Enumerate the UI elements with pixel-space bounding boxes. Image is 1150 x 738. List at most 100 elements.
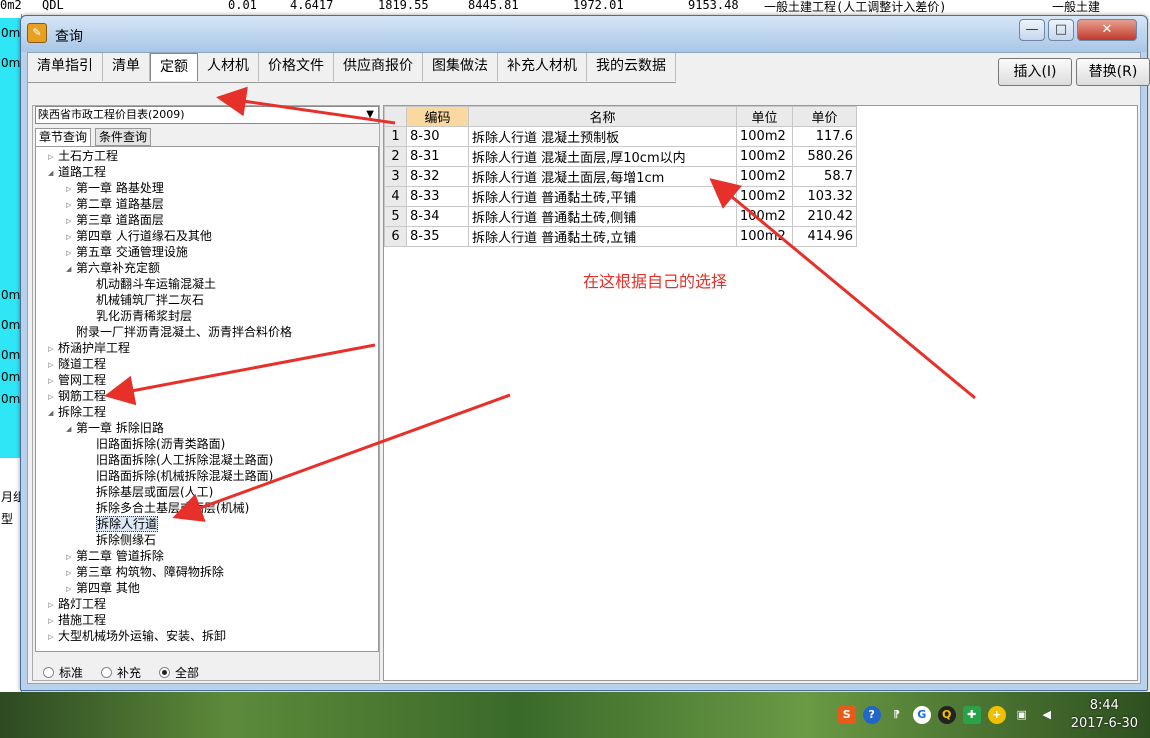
cell-unit[interactable]: 100m2 — [736, 226, 793, 247]
tree-node[interactable]: ▷ 措施工程 — [48, 613, 106, 629]
tree-node-label[interactable]: 旧路面拆除(沥青类路面) — [96, 437, 225, 451]
maximize-button[interactable]: □ — [1048, 19, 1074, 41]
tab-supplement-materials[interactable]: 补充人材机 — [498, 53, 587, 81]
google-icon[interactable]: G — [912, 706, 931, 724]
tree-node[interactable]: 乳化沥青稀浆封层 — [86, 309, 192, 324]
tree-node-label[interactable]: 机械铺筑厂拌二灰石 — [96, 293, 204, 307]
header-name[interactable]: 名称 — [468, 106, 737, 127]
expand-arrow-icon[interactable]: ▷ — [48, 630, 58, 645]
cell-name[interactable]: 拆除人行道 混凝土面层,每增1cm — [468, 166, 737, 187]
cell-price[interactable]: 210.42 — [792, 206, 857, 227]
expand-arrow-icon[interactable]: ▷ — [48, 150, 58, 165]
expand-arrow-icon[interactable]: ▷ — [66, 230, 76, 245]
header-unit[interactable]: 单位 — [736, 106, 793, 127]
tree-node[interactable]: ◢ 道路工程 — [48, 165, 106, 181]
cell-unit[interactable]: 100m2 — [736, 146, 793, 167]
tab-condition-search[interactable]: 条件查询 — [95, 128, 152, 146]
minimize-button[interactable]: — — [1019, 19, 1045, 41]
tree-node-label[interactable]: 机动翻斗车运输混凝土 — [96, 277, 216, 291]
tree-node[interactable]: ▷ 第二章 管道拆除 — [66, 549, 164, 565]
cell-name[interactable]: 拆除人行道 混凝土预制板 — [468, 126, 737, 147]
expand-arrow-icon[interactable]: ▷ — [48, 374, 58, 389]
expand-arrow-icon[interactable]: ◢ — [66, 262, 76, 277]
tree-node-label[interactable]: 路灯工程 — [58, 597, 106, 611]
tab-chapter-search[interactable]: 章节查询 — [35, 128, 92, 146]
tree-node-label[interactable]: 第六章补充定额 — [76, 261, 160, 275]
tree-node-label[interactable]: 第三章 道路面层 — [76, 213, 164, 227]
cell-code[interactable]: 8-35 — [406, 226, 469, 247]
insert-button[interactable]: 插入(I) — [998, 58, 1072, 86]
row-number[interactable]: 1 — [384, 126, 407, 147]
tree-node-label[interactable]: 第二章 道路基层 — [76, 197, 164, 211]
tree-node-label[interactable]: 措施工程 — [58, 613, 106, 627]
expand-arrow-icon[interactable]: ◢ — [48, 166, 58, 181]
tree-node-label[interactable]: 隧道工程 — [58, 357, 106, 371]
close-button[interactable]: ✕ — [1077, 19, 1137, 41]
expand-arrow-icon[interactable]: ▷ — [48, 342, 58, 357]
tree-node[interactable]: ▷ 钢筋工程 — [48, 389, 106, 405]
row-number[interactable]: 5 — [384, 206, 407, 227]
tree-node[interactable]: ▷ 第一章 路基处理 — [66, 181, 164, 197]
tab-atlas[interactable]: 图集做法 — [423, 53, 498, 81]
cell-name[interactable]: 拆除人行道 普通黏土砖,立铺 — [468, 226, 737, 247]
tree-node[interactable]: 机动翻斗车运输混凝土 — [86, 277, 216, 292]
tree-node-label[interactable]: 管网工程 — [58, 373, 106, 387]
expand-arrow-icon[interactable]: ◢ — [66, 422, 76, 437]
tab-supplier-quote[interactable]: 供应商报价 — [334, 53, 423, 81]
library-select[interactable]: 陕西省市政工程价目表(2009) ▼ — [35, 106, 379, 124]
tree-node[interactable]: 旧路面拆除(机械拆除混凝土路面) — [86, 469, 273, 484]
title-bar[interactable]: ✎ 查询 — □ ✕ — [21, 16, 1147, 52]
plus-icon[interactable]: + — [987, 706, 1006, 724]
table-row[interactable]: 6 8-35 拆除人行道 普通黏土砖,立铺 100m2 414.96 — [384, 226, 857, 247]
tree-node[interactable]: ▷ 路灯工程 — [48, 597, 106, 613]
tree-node-label[interactable]: 第五章 交通管理设施 — [76, 245, 188, 259]
tree-node[interactable]: ▷ 第五章 交通管理设施 — [66, 245, 188, 261]
row-number[interactable]: 2 — [384, 146, 407, 167]
input-icon[interactable]: ⁋ — [888, 706, 906, 724]
tree-node[interactable]: ▷ 大型机械场外运输、安装、拆卸 — [48, 629, 226, 645]
tree-node[interactable]: ◢ 第一章 拆除旧路 — [66, 421, 164, 437]
expand-arrow-icon[interactable]: ◢ — [48, 406, 58, 421]
tree-node-label[interactable]: 拆除人行道 — [96, 516, 159, 532]
expand-arrow-icon[interactable]: ▷ — [48, 614, 58, 629]
tree-node[interactable]: ◢ 第六章补充定额 — [66, 261, 160, 277]
row-number[interactable]: 4 — [384, 186, 407, 207]
tree-node[interactable]: ▷ 桥涵护岸工程 — [48, 341, 130, 357]
network-icon[interactable]: ▣ — [1013, 706, 1031, 724]
tree-node-label[interactable]: 第一章 路基处理 — [76, 181, 164, 195]
tree-node[interactable]: 机械铺筑厂拌二灰石 — [86, 293, 204, 308]
tree-node[interactable]: 旧路面拆除(人工拆除混凝土路面) — [86, 453, 273, 468]
tree-node[interactable]: 旧路面拆除(沥青类路面) — [86, 437, 225, 452]
expand-arrow-icon[interactable]: ▷ — [66, 582, 76, 597]
tree-node[interactable]: ▷ 第三章 构筑物、障碍物拆除 — [66, 565, 224, 581]
help-icon[interactable]: ? — [862, 706, 881, 724]
radio-supplement[interactable]: 补充 — [101, 664, 141, 681]
cell-price[interactable]: 414.96 — [792, 226, 857, 247]
tree-node[interactable]: ▷ 土石方工程 — [48, 149, 118, 165]
tree-node-label[interactable]: 附录一厂拌沥青混凝土、沥青拌合料价格 — [76, 325, 292, 339]
cell-price[interactable]: 117.6 — [792, 126, 857, 147]
tab-cloud-data[interactable]: 我的云数据 — [587, 53, 676, 81]
tree-node-label[interactable]: 拆除多合土基层或面层(机械) — [96, 501, 249, 515]
tree-node-label[interactable]: 土石方工程 — [58, 149, 118, 163]
tree-node[interactable]: ◢ 拆除工程 — [48, 405, 106, 421]
cell-code[interactable]: 8-34 — [406, 206, 469, 227]
tree-node-label[interactable]: 拆除工程 — [58, 405, 106, 419]
cell-code[interactable]: 8-33 — [406, 186, 469, 207]
expand-arrow-icon[interactable]: ▷ — [48, 598, 58, 613]
row-number[interactable]: 6 — [384, 226, 407, 247]
radio-dot[interactable] — [43, 667, 54, 678]
expand-arrow-icon[interactable]: ▷ — [66, 550, 76, 565]
cell-code[interactable]: 8-30 — [406, 126, 469, 147]
cell-price[interactable]: 58.7 — [792, 166, 857, 187]
tree-node-label[interactable]: 第三章 构筑物、障碍物拆除 — [76, 565, 224, 579]
tree-node-label[interactable]: 桥涵护岸工程 — [58, 341, 130, 355]
volume-icon[interactable]: ◀ — [1038, 706, 1056, 724]
tree-node[interactable]: ▷ 隧道工程 — [48, 357, 106, 373]
table-row[interactable]: 3 8-32 拆除人行道 混凝土面层,每增1cm 100m2 58.7 — [384, 166, 857, 187]
expand-arrow-icon[interactable]: ▷ — [48, 390, 58, 405]
shield-icon[interactable]: ✚ — [962, 706, 981, 724]
cell-unit[interactable]: 100m2 — [736, 206, 793, 227]
radio-standard[interactable]: 标准 — [43, 664, 83, 681]
expand-arrow-icon[interactable]: ▷ — [66, 246, 76, 261]
